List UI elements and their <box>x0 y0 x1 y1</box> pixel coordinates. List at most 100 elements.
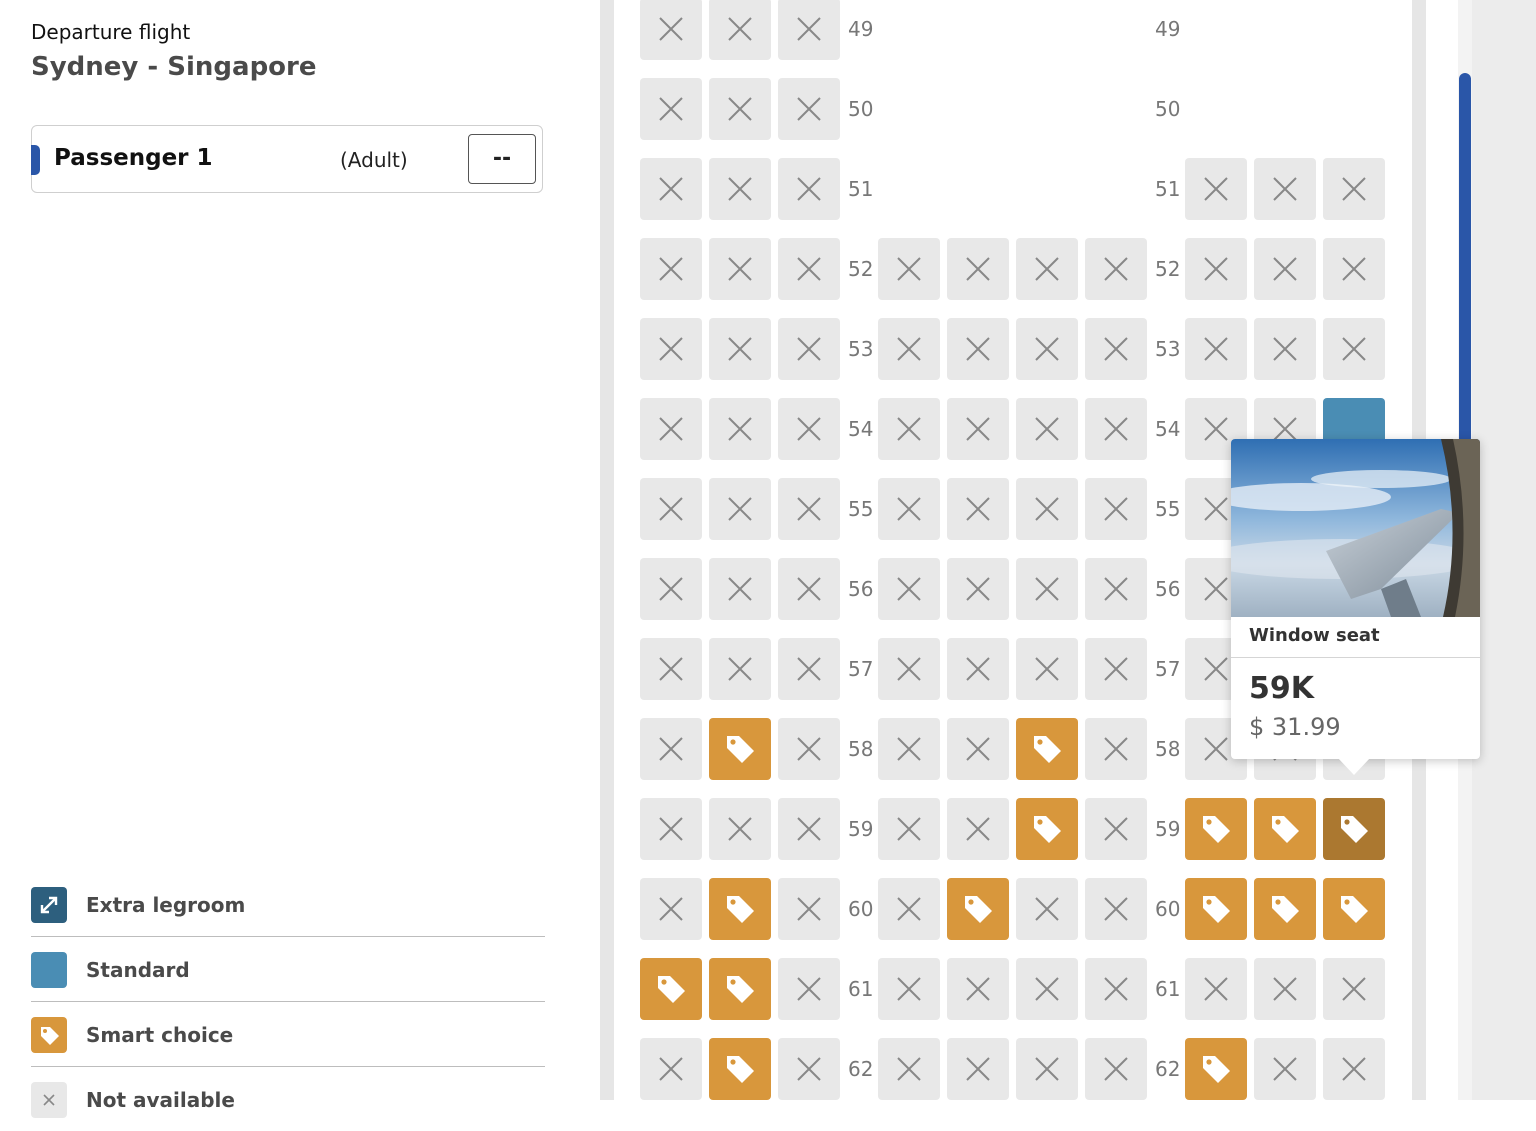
row-number-right: 50 <box>1155 97 1181 121</box>
passenger-card[interactable]: Passenger 1 (Adult) -- <box>31 125 543 193</box>
cross-icon <box>1104 817 1128 841</box>
seat-54-middle-3 <box>1016 398 1078 460</box>
cross-icon <box>1342 1057 1366 1081</box>
seat-55-left-1 <box>640 478 702 540</box>
cross-icon <box>897 1057 921 1081</box>
cross-icon <box>897 737 921 761</box>
seat-59-right-3[interactable] <box>1323 798 1385 860</box>
seat-55-middle-4 <box>1085 478 1147 540</box>
cross-icon <box>797 177 821 201</box>
cross-icon <box>1204 497 1228 521</box>
seat-tooltip: Window seat 59K $ 31.99 <box>1231 439 1480 775</box>
tooltip-pointer <box>1337 757 1371 775</box>
seat-62-left-2[interactable] <box>709 1038 771 1100</box>
seat-55-middle-3 <box>1016 478 1078 540</box>
seat-62-right-1[interactable] <box>1185 1038 1247 1100</box>
passenger-seat-box[interactable]: -- <box>468 134 536 184</box>
price-tag-icon <box>727 896 754 923</box>
seat-54-left-1 <box>640 398 702 460</box>
cross-icon <box>728 17 752 41</box>
cross-icon <box>897 417 921 441</box>
seat-52-middle-4 <box>1085 238 1147 300</box>
cross-icon <box>1273 337 1297 361</box>
seat-58-middle-3[interactable] <box>1016 718 1078 780</box>
cross-icon <box>1035 1057 1059 1081</box>
cross-icon <box>1204 417 1228 441</box>
seat-56-middle-1 <box>878 558 940 620</box>
cross-icon <box>1104 897 1128 921</box>
seat-60-middle-2[interactable] <box>947 878 1009 940</box>
seat-57-middle-2 <box>947 638 1009 700</box>
cross-icon <box>1273 977 1297 1001</box>
cross-icon <box>659 497 683 521</box>
seat-59-right-2[interactable] <box>1254 798 1316 860</box>
cross-icon <box>1342 257 1366 281</box>
seat-60-right-2[interactable] <box>1254 878 1316 940</box>
cross-icon <box>659 337 683 361</box>
cross-icon <box>1273 257 1297 281</box>
seat-51-left-3 <box>778 158 840 220</box>
cross-icon <box>797 1057 821 1081</box>
cross-icon <box>1035 657 1059 681</box>
cross-icon <box>1104 497 1128 521</box>
seat-52-left-2 <box>709 238 771 300</box>
seat-62-left-1 <box>640 1038 702 1100</box>
seat-51-right-3 <box>1323 158 1385 220</box>
cross-icon <box>659 657 683 681</box>
seat-56-left-3 <box>778 558 840 620</box>
price-tag-icon <box>727 1056 754 1083</box>
tooltip-seat-type: Window seat <box>1249 625 1380 646</box>
seat-62-right-3 <box>1323 1038 1385 1100</box>
cross-icon <box>797 497 821 521</box>
seat-59-right-1[interactable] <box>1185 798 1247 860</box>
cross-icon <box>728 497 752 521</box>
window-seat-photo <box>1231 439 1480 617</box>
cross-icon <box>1204 977 1228 1001</box>
seat-62-middle-2 <box>947 1038 1009 1100</box>
cross-icon <box>1035 497 1059 521</box>
seat-59-middle-3[interactable] <box>1016 798 1078 860</box>
cross-icon <box>797 817 821 841</box>
seat-53-right-3 <box>1323 318 1385 380</box>
cross-icon <box>1104 417 1128 441</box>
seat-61-left-2[interactable] <box>709 958 771 1020</box>
seat-56-left-2 <box>709 558 771 620</box>
cross-icon <box>728 257 752 281</box>
cross-icon <box>659 17 683 41</box>
seat-61-left-1[interactable] <box>640 958 702 1020</box>
cross-icon <box>897 497 921 521</box>
seat-52-middle-1 <box>878 238 940 300</box>
seat-58-middle-1 <box>878 718 940 780</box>
seat-59-middle-1 <box>878 798 940 860</box>
seat-59-left-3 <box>778 798 840 860</box>
seat-55-left-2 <box>709 478 771 540</box>
cross-icon <box>1035 337 1059 361</box>
seat-58-left-2[interactable] <box>709 718 771 780</box>
seat-50-left-2 <box>709 78 771 140</box>
scrollbar-thumb[interactable] <box>1459 73 1471 445</box>
seat-60-middle-1 <box>878 878 940 940</box>
cross-icon <box>1273 1057 1297 1081</box>
seat-53-left-3 <box>778 318 840 380</box>
cross-icon <box>897 897 921 921</box>
legend-swatch-not-available <box>31 1082 67 1118</box>
cross-icon <box>1104 977 1128 1001</box>
price-tag-icon <box>727 976 754 1003</box>
seat-53-middle-2 <box>947 318 1009 380</box>
cross-icon <box>1104 577 1128 601</box>
cross-icon <box>1342 177 1366 201</box>
cross-icon <box>659 817 683 841</box>
cross-icon <box>659 1057 683 1081</box>
row-number-right: 49 <box>1155 17 1181 41</box>
seat-60-right-1[interactable] <box>1185 878 1247 940</box>
seat-60-left-2[interactable] <box>709 878 771 940</box>
seat-60-right-3[interactable] <box>1323 878 1385 940</box>
legend-item-standard: Standard <box>31 937 545 1002</box>
legend-item-smart-choice: Smart choice <box>31 1002 545 1067</box>
row-number-left: 51 <box>848 177 874 201</box>
cross-icon <box>659 737 683 761</box>
seat-53-middle-4 <box>1085 318 1147 380</box>
tooltip-seat-price: $ 31.99 <box>1249 713 1341 741</box>
cross-icon <box>797 17 821 41</box>
seat-57-left-2 <box>709 638 771 700</box>
